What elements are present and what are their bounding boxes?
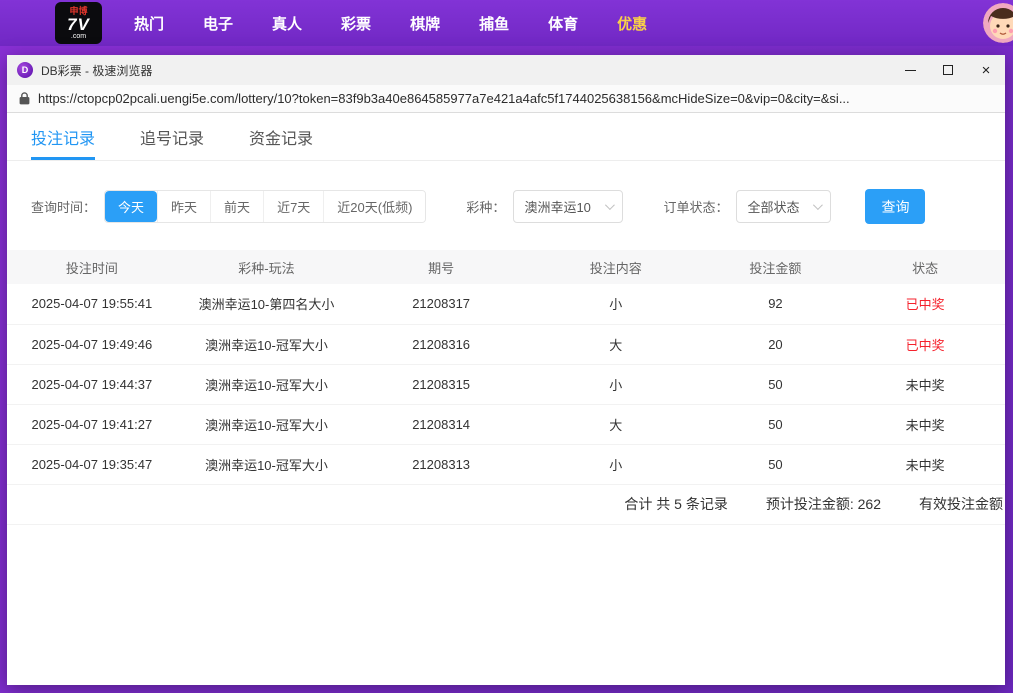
nav-item-sports[interactable]: 体育 <box>548 13 578 34</box>
time-option-20days[interactable]: 近20天(低频) <box>323 191 425 222</box>
window-controls: × <box>891 55 1005 85</box>
status-cell: 已中奖 <box>845 324 1005 364</box>
game-play-cell: 澳洲幸运10-冠军大小 <box>177 444 357 484</box>
nav-item-hot[interactable]: 热门 <box>134 13 164 34</box>
tab-bet-records[interactable]: 投注记录 <box>31 113 95 160</box>
issue-cell: 21208313 <box>356 444 526 484</box>
time-filter-label: 查询时间： <box>31 197 96 216</box>
lock-icon <box>19 92 30 105</box>
main-nav: 热门 电子 真人 彩票 棋牌 捕鱼 体育 优惠 <box>134 13 647 34</box>
browser-window: D DB彩票 - 极速浏览器 × https://ctopcp02pcali.u… <box>7 55 1005 685</box>
maximize-button[interactable] <box>929 55 967 85</box>
time-option-yesterday[interactable]: 昨天 <box>157 191 210 222</box>
logo-bottom-text: .com <box>71 33 86 40</box>
status-cell: 未中奖 <box>845 404 1005 444</box>
summary-valid-amount: 有效投注金额 <box>919 494 1003 514</box>
record-tabs: 投注记录 追号记录 资金记录 <box>7 113 1005 161</box>
nav-item-fishing[interactable]: 捕鱼 <box>479 13 509 34</box>
address-bar[interactable]: https://ctopcp02pcali.uengi5e.com/lotter… <box>7 85 1005 113</box>
summary-bar: 合计 共 5 条记录 预计投注金额: 262 有效投注金额 <box>7 485 1005 525</box>
issue-cell: 21208315 <box>356 364 526 404</box>
user-avatar[interactable] <box>983 3 1013 43</box>
status-cell: 未中奖 <box>845 364 1005 404</box>
table-row: 2025-04-07 19:49:46 澳洲幸运10-冠军大小 21208316… <box>7 324 1005 364</box>
game-play-cell: 澳洲幸运10-第四名大小 <box>177 284 357 324</box>
browser-favicon-icon: D <box>17 62 33 78</box>
summary-expected-amount: 预计投注金额: 262 <box>766 494 881 514</box>
close-button[interactable]: × <box>967 55 1005 85</box>
issue-cell: 21208316 <box>356 324 526 364</box>
bet-content-cell: 大 <box>526 404 706 444</box>
game-play-cell: 澳洲幸运10-冠军大小 <box>177 404 357 444</box>
header-issue: 期号 <box>356 250 526 284</box>
url-text: https://ctopcp02pcali.uengi5e.com/lotter… <box>38 91 850 106</box>
time-option-7days[interactable]: 近7天 <box>263 191 323 222</box>
chevron-down-icon <box>813 200 823 210</box>
bet-content-cell: 大 <box>526 324 706 364</box>
header-bet-content: 投注内容 <box>526 250 706 284</box>
time-option-day-before[interactable]: 前天 <box>210 191 263 222</box>
status-filter-label: 订单状态： <box>663 197 728 216</box>
nav-item-lottery[interactable]: 彩票 <box>341 13 371 34</box>
issue-cell: 21208314 <box>356 404 526 444</box>
window-title: DB彩票 - 极速浏览器 <box>41 62 152 79</box>
bet-content-cell: 小 <box>526 364 706 404</box>
issue-cell: 21208317 <box>356 284 526 324</box>
time-option-group: 今天 昨天 前天 近7天 近20天(低频) <box>104 190 426 223</box>
table-row: 2025-04-07 19:35:47 澳洲幸运10-冠军大小 21208313… <box>7 444 1005 484</box>
search-button[interactable]: 查询 <box>865 189 925 224</box>
window-titlebar: D DB彩票 - 极速浏览器 × <box>7 55 1005 85</box>
bet-content-cell: 小 <box>526 444 706 484</box>
status-cell: 未中奖 <box>845 444 1005 484</box>
status-cell: 已中奖 <box>845 284 1005 324</box>
lottery-select-value: 澳洲幸运10 <box>524 197 590 216</box>
bet-time-cell: 2025-04-07 19:41:27 <box>7 404 177 444</box>
tab-fund-records[interactable]: 资金记录 <box>249 113 313 160</box>
summary-record-count: 合计 共 5 条记录 <box>624 494 727 514</box>
bet-amount-cell: 20 <box>706 324 846 364</box>
minimize-icon <box>905 70 916 71</box>
maximize-icon <box>943 65 953 75</box>
bet-time-cell: 2025-04-07 19:55:41 <box>7 284 177 324</box>
bet-amount-cell: 50 <box>706 444 846 484</box>
game-play-cell: 澳洲幸运10-冠军大小 <box>177 364 357 404</box>
bet-amount-cell: 92 <box>706 284 846 324</box>
bet-records-table: 投注时间 彩种-玩法 期号 投注内容 投注金额 状态 2025-04-07 19… <box>7 250 1005 485</box>
avatar-image <box>983 3 1013 43</box>
table-row: 2025-04-07 19:55:41 澳洲幸运10-第四名大小 2120831… <box>7 284 1005 324</box>
site-logo[interactable]: 申博 7V .com <box>55 2 102 44</box>
table-row: 2025-04-07 19:41:27 澳洲幸运10-冠军大小 21208314… <box>7 404 1005 444</box>
chevron-down-icon <box>605 200 615 210</box>
logo-main-text: 7V <box>67 16 90 33</box>
bet-time-cell: 2025-04-07 19:35:47 <box>7 444 177 484</box>
lottery-filter-label: 彩种： <box>466 197 505 216</box>
close-icon: × <box>982 63 991 78</box>
nav-item-board-games[interactable]: 棋牌 <box>410 13 440 34</box>
header-bet-amount: 投注金额 <box>706 250 846 284</box>
bet-time-cell: 2025-04-07 19:44:37 <box>7 364 177 404</box>
header-bet-time: 投注时间 <box>7 250 177 284</box>
bet-time-cell: 2025-04-07 19:49:46 <box>7 324 177 364</box>
status-select-value: 全部状态 <box>747 197 799 216</box>
bet-amount-cell: 50 <box>706 404 846 444</box>
lottery-select[interactable]: 澳洲幸运10 <box>513 190 623 223</box>
header-game-play: 彩种-玩法 <box>177 250 357 284</box>
top-nav-bar: 申博 7V .com 热门 电子 真人 彩票 棋牌 捕鱼 体育 优惠 <box>0 0 1013 46</box>
minimize-button[interactable] <box>891 55 929 85</box>
nav-item-promotions[interactable]: 优惠 <box>617 13 647 34</box>
bet-amount-cell: 50 <box>706 364 846 404</box>
nav-item-slots[interactable]: 电子 <box>203 13 233 34</box>
status-select[interactable]: 全部状态 <box>736 190 831 223</box>
page-content: 投注记录 追号记录 资金记录 查询时间： 今天 昨天 前天 近7天 近20天(低… <box>7 113 1005 685</box>
nav-item-live[interactable]: 真人 <box>272 13 302 34</box>
game-play-cell: 澳洲幸运10-冠军大小 <box>177 324 357 364</box>
filter-bar: 查询时间： 今天 昨天 前天 近7天 近20天(低频) 彩种： 澳洲幸运10 订… <box>7 189 1005 224</box>
tab-chase-records[interactable]: 追号记录 <box>140 113 204 160</box>
time-option-today[interactable]: 今天 <box>105 191 157 222</box>
table-row: 2025-04-07 19:44:37 澳洲幸运10-冠军大小 21208315… <box>7 364 1005 404</box>
table-header-row: 投注时间 彩种-玩法 期号 投注内容 投注金额 状态 <box>7 250 1005 284</box>
header-status: 状态 <box>845 250 1005 284</box>
bet-content-cell: 小 <box>526 284 706 324</box>
